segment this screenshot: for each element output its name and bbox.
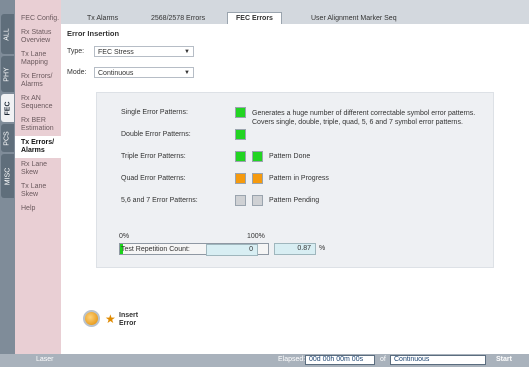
type-select[interactable]: FEC Stress ▼ (94, 46, 194, 57)
insert-error-led (83, 310, 100, 327)
progress-unit: % (319, 245, 326, 252)
legend-label: Pattern in Progress (269, 175, 329, 182)
sidebar-item-rx-ber-estimation[interactable]: Rx BER Estimation (15, 114, 61, 136)
sidebar-item-rx-status-overview[interactable]: Rx Status Overview (15, 26, 61, 48)
chevron-down-icon: ▼ (184, 49, 190, 55)
repetition-count-field: 0 (206, 244, 258, 256)
sidebar-item-help[interactable]: Help (15, 202, 61, 216)
description-text: Generates a huge number of different cor… (252, 110, 476, 126)
duration-select[interactable]: Continuous (390, 355, 486, 365)
legend-label: Pattern Pending (269, 197, 320, 204)
fec-errors-panel: Error Insertion Type: FEC Stress ▼ Mode:… (61, 24, 529, 354)
pattern-label: Double Error Patterns: (121, 131, 191, 138)
legend-swatch-in-progress (252, 173, 263, 184)
error-pattern-panel: Single Error Patterns: Double Error Patt… (96, 92, 494, 268)
start-button[interactable]: Start (496, 356, 512, 363)
double-pattern-indicator (235, 129, 246, 140)
pattern-label: Triple Error Patterns: (121, 153, 186, 160)
progress-value-field: 0.87 (274, 243, 316, 255)
tab-bar: Tx Alarms 2568/2578 Errors FEC Errors Us… (61, 0, 529, 24)
567-pattern-indicator (235, 195, 246, 206)
progress-min-label: 0% (119, 233, 130, 240)
triple-pattern-indicator (235, 151, 246, 162)
quad-pattern-indicator (235, 173, 246, 184)
sidebar-item-rx-errors-alarms[interactable]: Rx Errors/ Alarms (15, 70, 61, 92)
tab-2568-2578-errors[interactable]: 2568/2578 Errors (151, 13, 205, 24)
insert-error-icon[interactable]: ★ (105, 312, 116, 326)
sidebar-item-rx-lane-skew[interactable]: Rx Lane Skew (15, 158, 61, 180)
sidebar-item-fec-config[interactable]: FEC Config. (15, 12, 61, 26)
legend-label: Pattern Done (269, 153, 311, 160)
legend-swatch-done (252, 151, 263, 162)
insert-error-button[interactable]: Insert Error (119, 312, 143, 328)
mode-select[interactable]: Continuous ▼ (94, 67, 194, 78)
of-label: of (380, 356, 386, 363)
vtab-pcs[interactable]: PCS (1, 124, 14, 152)
type-label: Type: (67, 48, 85, 55)
repetition-label: Test Repetition Count: (121, 246, 190, 253)
bottom-status-bar: Laser Elapsed: 00d 00h 00m 00s of Contin… (0, 354, 529, 367)
vtab-fec[interactable]: FEC (1, 94, 14, 122)
elapsed-label: Elapsed: (278, 356, 306, 363)
vtab-phy[interactable]: PHY (1, 56, 14, 92)
sidebar-item-tx-lane-skew[interactable]: Tx Lane Skew (15, 180, 61, 202)
vertical-tab-strip: ALL PHY FEC PCS MISC (0, 0, 15, 354)
legend-swatch-pending (252, 195, 263, 206)
tab-user-alignment-marker-seq[interactable]: User Alignment Marker Seq (311, 13, 397, 24)
sidebar-item-rx-an-sequence[interactable]: Rx AN Sequence (15, 92, 61, 114)
main-area: Tx Alarms 2568/2578 Errors FEC Errors Us… (61, 0, 529, 354)
chevron-down-icon: ▼ (184, 70, 190, 76)
tab-tx-alarms[interactable]: Tx Alarms (87, 13, 118, 24)
tab-fec-errors[interactable]: FEC Errors (227, 12, 282, 24)
sidebar-item-tx-errors-alarms[interactable]: Tx Errors/ Alarms (15, 136, 61, 158)
section-title: Error Insertion (67, 29, 120, 38)
mode-label: Mode: (67, 69, 87, 76)
sidebar: FEC Config. Rx Status Overview Tx Lane M… (15, 0, 61, 354)
vtab-misc[interactable]: MISC (1, 154, 14, 198)
progress-max-label: 100% (247, 233, 265, 240)
pattern-label: 5,6 and 7 Error Patterns: (121, 197, 198, 204)
sidebar-item-tx-lane-mapping[interactable]: Tx Lane Mapping (15, 48, 61, 70)
laser-button[interactable]: Laser (36, 356, 54, 363)
vtab-all[interactable]: ALL (1, 14, 14, 54)
single-pattern-indicator (235, 107, 246, 118)
elapsed-value: 00d 00h 00m 00s (305, 355, 375, 365)
pattern-label: Quad Error Patterns: (121, 175, 186, 182)
pattern-label: Single Error Patterns: (121, 109, 188, 116)
